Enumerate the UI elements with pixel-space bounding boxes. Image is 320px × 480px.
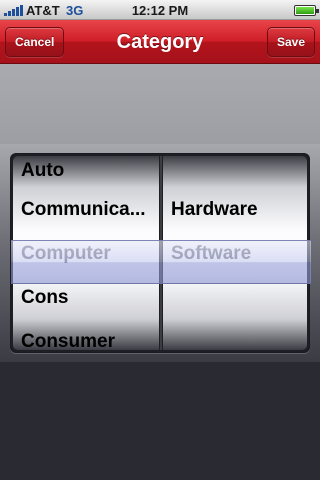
category-picker: Auto Communica... Computer Cons Consumer… (10, 153, 311, 353)
picker-row-selected[interactable]: Computer (21, 239, 155, 269)
picker-row[interactable]: Auto (21, 156, 155, 186)
save-button[interactable]: Save (266, 27, 315, 57)
bottom-background (0, 362, 320, 480)
category-wheel[interactable]: Auto Communica... Computer Cons Consumer (13, 156, 159, 350)
picker-row[interactable]: Cons (21, 283, 155, 313)
battery-icon (294, 5, 319, 16)
picker-container: Auto Communica... Computer Cons Consumer… (0, 144, 320, 362)
picker-row-selected[interactable]: Software (171, 239, 299, 269)
picker-row[interactable]: Communica... (21, 195, 155, 225)
subcategory-wheel[interactable]: Hardware Software (163, 156, 307, 350)
status-bar: AT&T 3G 12:12 PM (0, 0, 320, 20)
navigation-bar: Category Cancel Save (0, 20, 320, 64)
cancel-button[interactable]: Cancel (5, 27, 65, 57)
clock: 12:12 PM (131, 3, 189, 18)
content-area (0, 64, 320, 144)
picker-row[interactable]: Hardware (171, 195, 299, 225)
picker-row[interactable]: Consumer (21, 327, 155, 350)
